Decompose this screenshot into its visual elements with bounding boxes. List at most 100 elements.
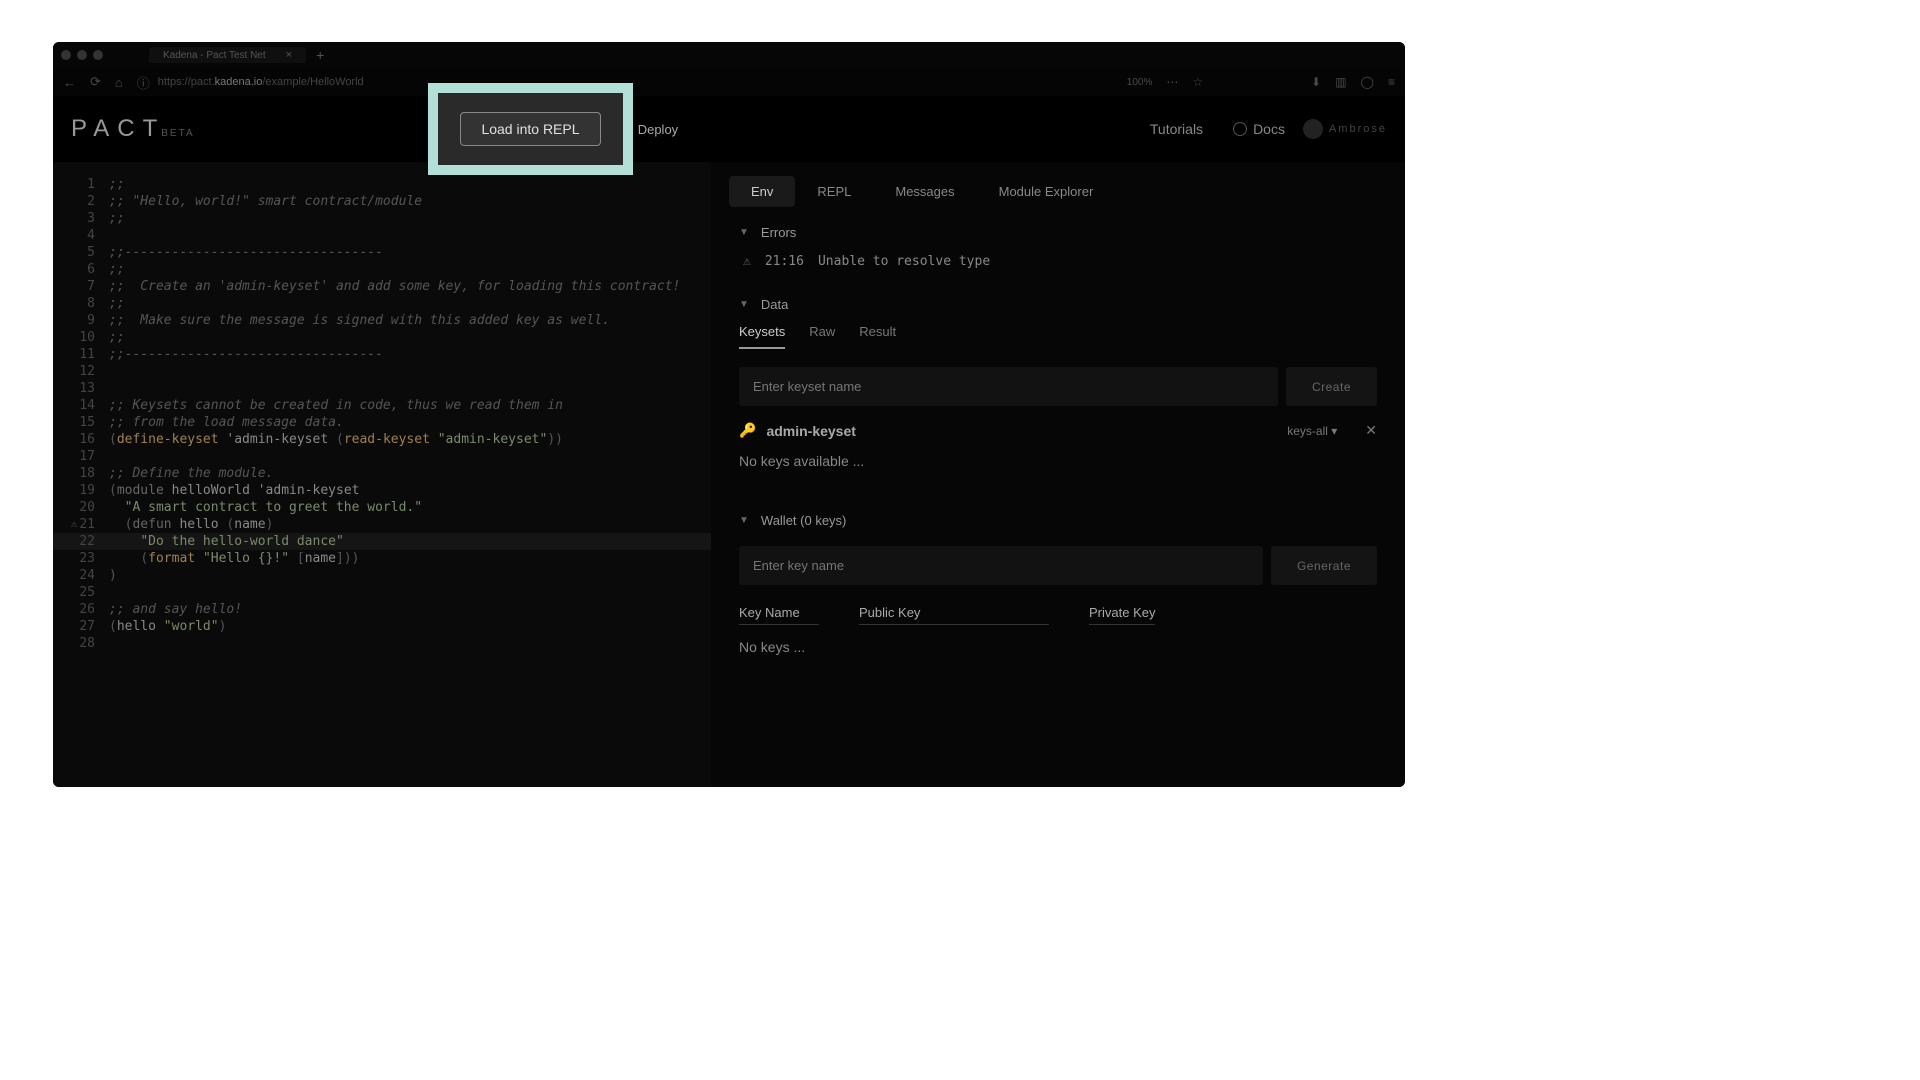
- code-line[interactable]: 7;; Create an 'admin-keyset' and add som…: [53, 278, 711, 295]
- wallet-section-header[interactable]: ▼ Wallet (0 keys): [739, 513, 1377, 528]
- bookmark-icon[interactable]: ☆: [1192, 75, 1203, 89]
- shield-icon[interactable]: ◯: [1361, 75, 1374, 89]
- error-location: 21:16: [765, 254, 804, 269]
- code-line[interactable]: 1;;: [53, 176, 711, 193]
- code-line[interactable]: 17: [53, 448, 711, 465]
- info-icon[interactable]: ⓘ: [137, 73, 150, 92]
- traffic-max[interactable]: [93, 50, 103, 60]
- code-line[interactable]: 26;; and say hello!: [53, 601, 711, 618]
- code-line[interactable]: 19(module helloWorld 'admin-keyset: [53, 482, 711, 499]
- code-line[interactable]: 13: [53, 380, 711, 397]
- line-number: 8: [53, 295, 109, 312]
- download-icon[interactable]: ⬇: [1311, 75, 1321, 89]
- line-number: 23: [53, 550, 109, 567]
- remove-keyset-icon[interactable]: ✕: [1365, 422, 1377, 439]
- code-content: [109, 227, 711, 244]
- line-number: 27: [53, 618, 109, 635]
- new-tab-button[interactable]: +: [316, 47, 324, 63]
- panel-tab-env[interactable]: Env: [729, 176, 795, 207]
- code-line[interactable]: 9;; Make sure the message is signed with…: [53, 312, 711, 329]
- keyset-predicate-select[interactable]: keys-all ▾: [1287, 424, 1337, 438]
- code-content: ;; "Hello, world!" smart contract/module: [109, 193, 711, 210]
- panel-tab-repl[interactable]: REPL: [795, 176, 873, 207]
- browser-tab[interactable]: Kadena - Pact Test Net ×: [149, 47, 306, 63]
- code-line[interactable]: 11;;---------------------------------: [53, 346, 711, 363]
- data-section-header[interactable]: ▼ Data: [739, 297, 1377, 312]
- no-keys-row: No keys ...: [739, 635, 1377, 675]
- code-line[interactable]: 10;;: [53, 329, 711, 346]
- line-number: 26: [53, 601, 109, 618]
- code-content: ;; Define the module.: [109, 465, 711, 482]
- url-text: https://pact.kadena.io/example/HelloWorl…: [158, 76, 364, 88]
- code-content: ): [109, 567, 711, 584]
- key-name-input[interactable]: [739, 546, 1263, 585]
- close-icon[interactable]: ×: [286, 49, 292, 61]
- code-line[interactable]: 14;; Keysets cannot be created in code, …: [53, 397, 711, 414]
- deploy-button[interactable]: Deploy: [618, 114, 698, 145]
- library-icon[interactable]: ▥: [1335, 75, 1346, 89]
- docs-link[interactable]: Docs: [1233, 121, 1285, 137]
- panel-tab-module-explorer[interactable]: Module Explorer: [977, 176, 1116, 207]
- code-content: (format "Hello {}!" [name])): [109, 550, 711, 567]
- code-line[interactable]: 25: [53, 584, 711, 601]
- warning-icon: ⚠: [743, 254, 751, 269]
- code-content: ;; Create an 'admin-keyset' and add some…: [109, 278, 711, 295]
- code-content: "Do the hello-world dance": [109, 533, 711, 550]
- tutorials-link[interactable]: Tutorials: [1150, 121, 1203, 137]
- code-line[interactable]: 20 "A smart contract to greet the world.…: [53, 499, 711, 516]
- traffic-close[interactable]: [61, 50, 71, 60]
- code-line[interactable]: 21 (defun hello (name): [53, 516, 711, 533]
- more-icon[interactable]: ⋯: [1166, 75, 1178, 89]
- code-line[interactable]: 6;;: [53, 261, 711, 278]
- code-line[interactable]: 18;; Define the module.: [53, 465, 711, 482]
- code-content: ;;: [109, 295, 711, 312]
- code-editor[interactable]: 1;;2;; "Hello, world!" smart contract/mo…: [53, 162, 711, 787]
- code-line[interactable]: 23 (format "Hello {}!" [name])): [53, 550, 711, 567]
- code-line[interactable]: 2;; "Hello, world!" smart contract/modul…: [53, 193, 711, 210]
- errors-section-header[interactable]: ▼ Errors: [739, 225, 1377, 240]
- line-number: 14: [53, 397, 109, 414]
- line-number: 7: [53, 278, 109, 295]
- code-line[interactable]: 8;;: [53, 295, 711, 312]
- line-number: 11: [53, 346, 109, 363]
- generate-key-button[interactable]: Generate: [1271, 546, 1377, 585]
- code-line[interactable]: 27(hello "world"): [53, 618, 711, 635]
- line-number: 18: [53, 465, 109, 482]
- code-line[interactable]: 24): [53, 567, 711, 584]
- data-subtab-keysets[interactable]: Keysets: [739, 324, 785, 349]
- reload-icon[interactable]: ⟳: [90, 74, 101, 90]
- line-number: 12: [53, 363, 109, 380]
- code-content: ;;---------------------------------: [109, 244, 711, 261]
- data-subtab-result[interactable]: Result: [859, 324, 896, 349]
- create-keyset-button[interactable]: Create: [1286, 367, 1377, 406]
- panel-tab-messages[interactable]: Messages: [873, 176, 976, 207]
- col-private-key: Private Key: [1089, 605, 1155, 625]
- code-line[interactable]: 12: [53, 363, 711, 380]
- code-line[interactable]: 22 "Do the hello-world dance": [53, 533, 711, 550]
- code-line[interactable]: 4: [53, 227, 711, 244]
- load-repl-button[interactable]: Load into REPL: [475, 113, 608, 146]
- code-line[interactable]: 15;; from the load message data.: [53, 414, 711, 431]
- code-line[interactable]: 5;;---------------------------------: [53, 244, 711, 261]
- code-line[interactable]: 3;;: [53, 210, 711, 227]
- code-line[interactable]: 16(define-keyset 'admin-keyset (read-key…: [53, 431, 711, 448]
- menu-icon[interactable]: ≡: [1388, 75, 1395, 89]
- code-content: ;; Keysets cannot be created in code, th…: [109, 397, 711, 414]
- code-line[interactable]: 28: [53, 635, 711, 652]
- home-icon[interactable]: ⌂: [115, 75, 123, 90]
- code-content: ;;: [109, 261, 711, 278]
- code-content: (defun hello (name): [109, 516, 711, 533]
- errors-label: Errors: [761, 225, 796, 240]
- docs-icon: [1233, 122, 1247, 136]
- line-number: 21: [53, 516, 109, 533]
- back-icon[interactable]: ←: [63, 75, 76, 90]
- error-row[interactable]: ⚠ 21:16 Unable to resolve type: [739, 240, 1377, 273]
- traffic-min[interactable]: [77, 50, 87, 60]
- data-subtab-raw[interactable]: Raw: [809, 324, 835, 349]
- zoom-level[interactable]: 100%: [1127, 77, 1153, 88]
- tab-title: Kadena - Pact Test Net: [163, 50, 266, 61]
- url-field[interactable]: ⓘ https://pact.kadena.io/example/HelloWo…: [137, 73, 1113, 92]
- avatar[interactable]: [1303, 119, 1323, 139]
- code-content: [109, 635, 711, 652]
- keyset-name-input[interactable]: [739, 367, 1278, 406]
